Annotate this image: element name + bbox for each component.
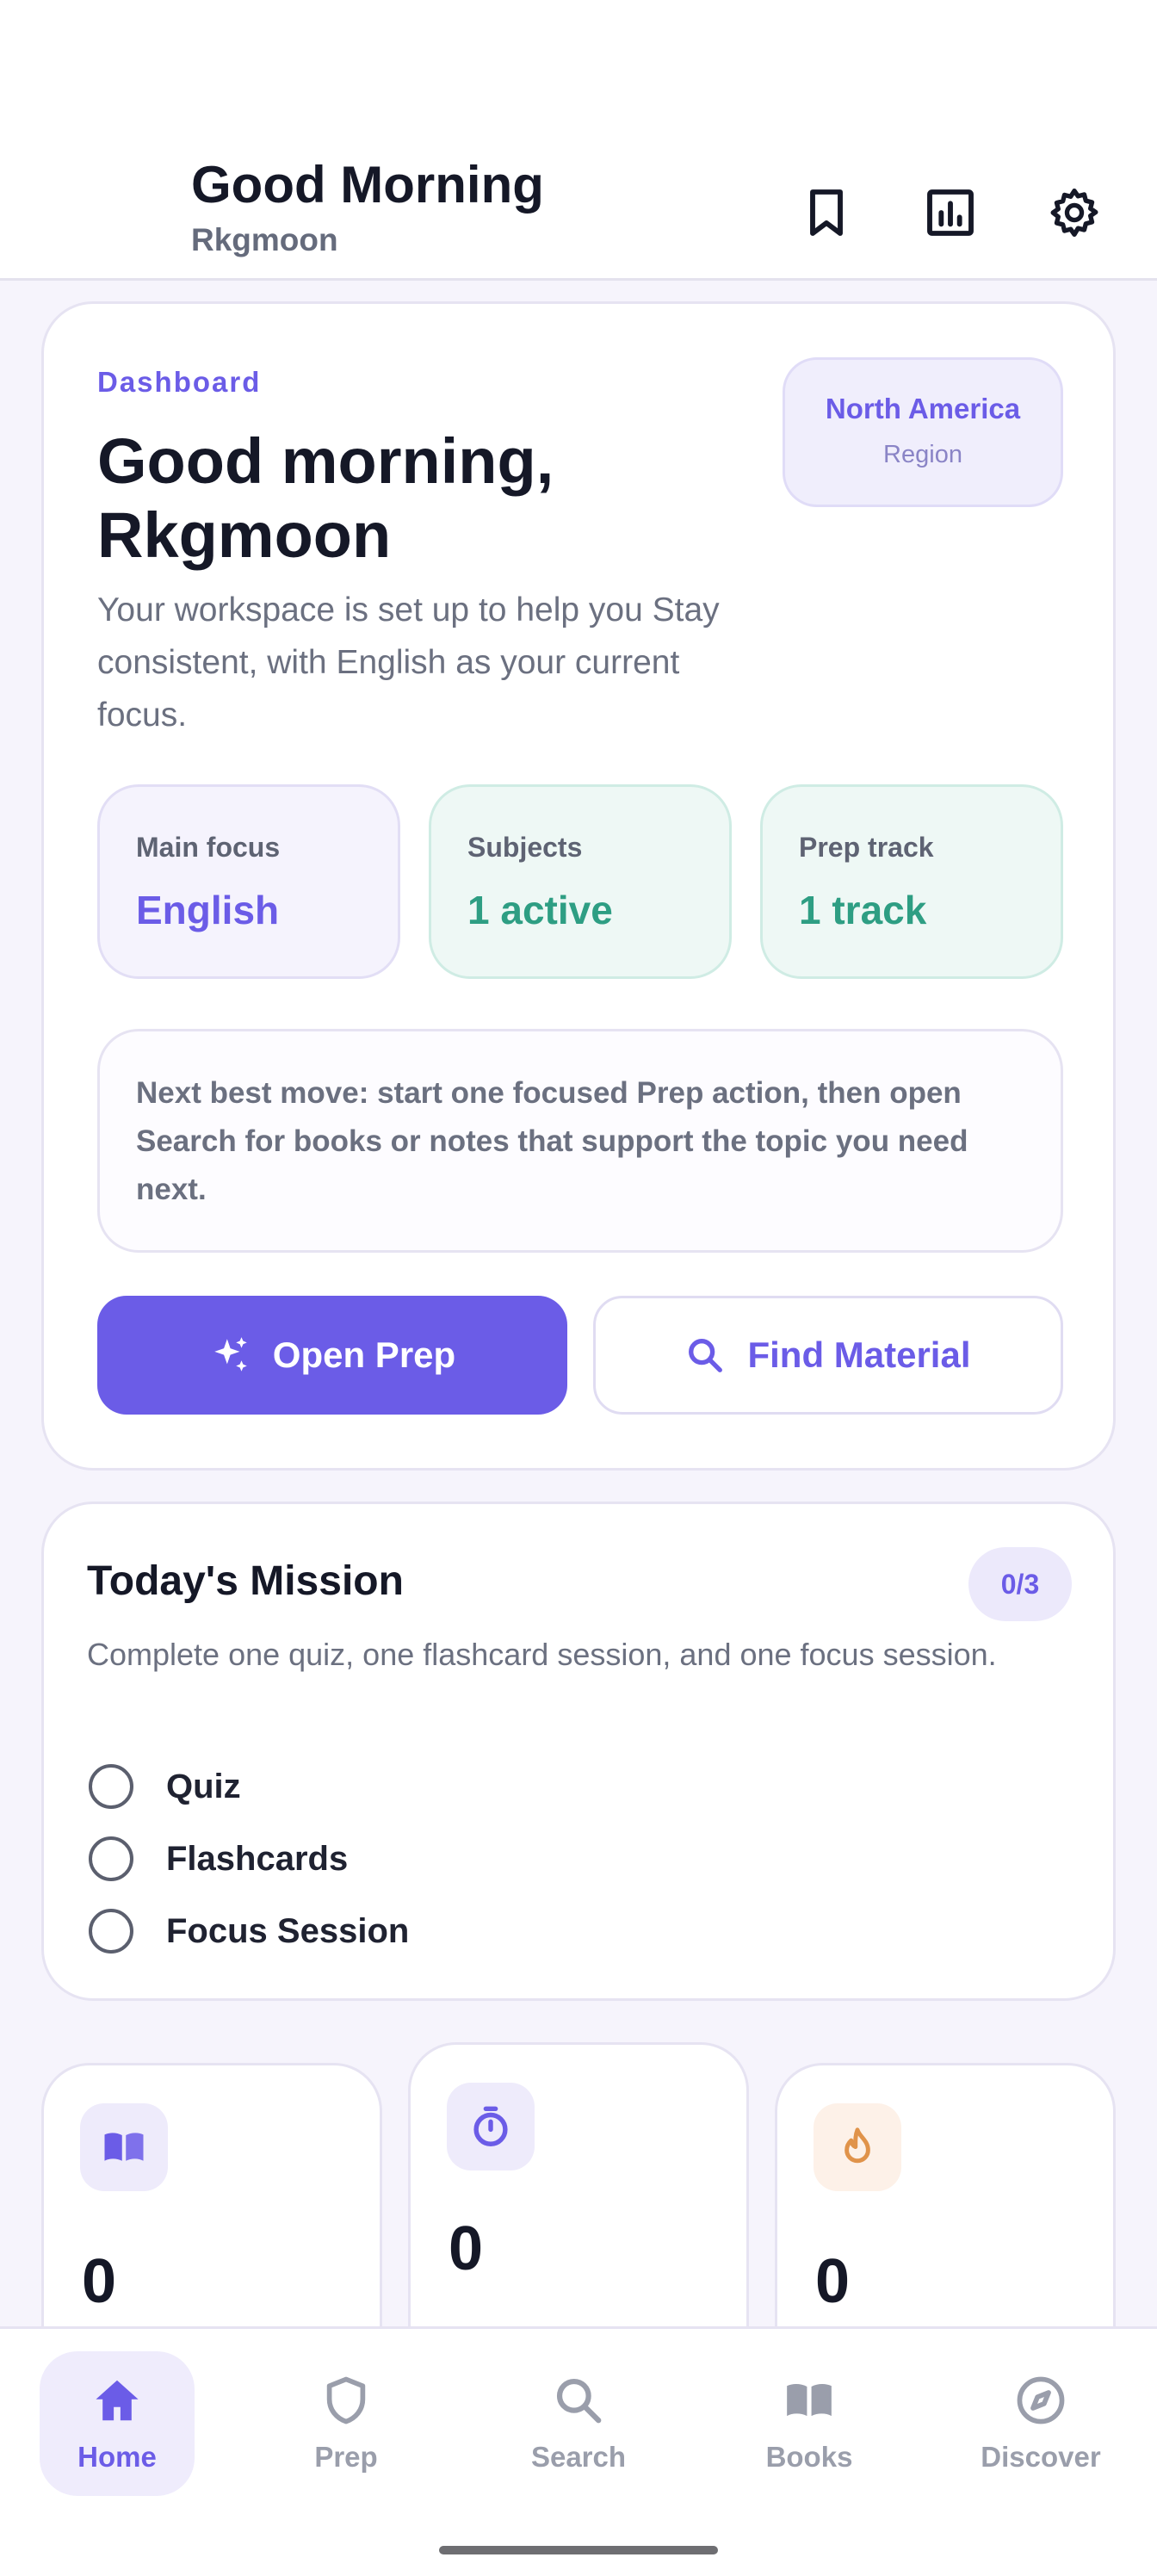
mission-item-label: Quiz xyxy=(166,1767,241,1805)
next-move-tip: Next best move: start one focused Prep a… xyxy=(97,1029,1063,1253)
nav-books[interactable]: Books xyxy=(732,2351,887,2496)
bookmark-button[interactable] xyxy=(788,174,865,251)
checkbox-icon xyxy=(89,1909,133,1954)
mission-item-quiz[interactable]: Quiz xyxy=(89,1762,241,1811)
timer-icon xyxy=(473,2106,508,2146)
home-indicator[interactable] xyxy=(439,2546,718,2554)
stat-value: English xyxy=(136,888,280,932)
settings-button[interactable] xyxy=(1036,174,1113,251)
mission-progress-badge: 0/3 xyxy=(968,1547,1072,1621)
nav-home[interactable]: Home xyxy=(40,2351,195,2496)
nav-label: Search xyxy=(530,2441,627,2473)
app-header: Good Morning Rkgmoon xyxy=(0,129,1157,281)
open-prep-button[interactable]: Open Prep xyxy=(97,1296,567,1415)
nav-search[interactable]: Search xyxy=(501,2351,656,2496)
book-icon-wrap xyxy=(80,2103,168,2191)
status-bar xyxy=(0,0,1157,129)
nav-prep[interactable]: Prep xyxy=(269,2351,424,2496)
sparkles-icon xyxy=(214,1337,247,1372)
nav-label: Books xyxy=(765,2441,853,2473)
stat-card-value: 0 xyxy=(815,2247,851,2316)
search-icon xyxy=(556,2378,602,2424)
todays-mission-card: Today's Mission 0/3 Complete one quiz, o… xyxy=(41,1502,1116,2001)
book-open-icon xyxy=(787,2383,832,2417)
mission-item-label: Flashcards xyxy=(166,1839,349,1878)
mission-item-label: Focus Session xyxy=(166,1911,410,1950)
nav-label: Home xyxy=(77,2441,157,2473)
stat-prep-track: Prep track 1 track xyxy=(760,784,1063,979)
nav-discover[interactable]: Discover xyxy=(963,2351,1118,2496)
book-icon xyxy=(104,2133,144,2161)
bottom-navigation: Home Prep Search Books Discover xyxy=(0,2326,1157,2576)
stat-value: 1 active xyxy=(467,888,613,932)
stat-label: Subjects xyxy=(467,832,583,863)
flame-icon xyxy=(845,2127,870,2164)
bookmark-icon xyxy=(810,189,843,236)
settings-icon xyxy=(1050,189,1098,237)
stat-value: 1 track xyxy=(799,888,927,932)
mission-title: Today's Mission xyxy=(87,1558,404,1604)
open-prep-label: Open Prep xyxy=(272,1334,456,1375)
stat-card-value: 0 xyxy=(449,2214,484,2283)
compass-icon xyxy=(1017,2376,1065,2424)
region-name: North America xyxy=(825,393,1021,424)
find-material-label: Find Material xyxy=(747,1334,971,1375)
checkbox-icon xyxy=(89,1764,133,1809)
region-label: Region xyxy=(883,441,962,468)
header-username: Rkgmoon xyxy=(191,222,338,257)
analytics-button[interactable] xyxy=(912,174,989,251)
stat-subjects: Subjects 1 active xyxy=(429,784,732,979)
mission-item-focus-session[interactable]: Focus Session xyxy=(89,1907,409,1955)
nav-label: Discover xyxy=(981,2441,1101,2473)
mission-item-flashcards[interactable]: Flashcards xyxy=(89,1835,348,1883)
stat-main-focus: Main focus English xyxy=(97,784,400,979)
find-material-button[interactable]: Find Material xyxy=(593,1296,1063,1415)
flame-icon-wrap xyxy=(814,2103,901,2191)
hero-description: Your workspace is set up to help you Sta… xyxy=(97,591,720,734)
hero-title: Good morning, Rkgmoon xyxy=(97,425,554,571)
timer-icon-wrap xyxy=(447,2083,535,2170)
region-badge: North America Region xyxy=(783,357,1063,507)
checkbox-icon xyxy=(89,1836,133,1881)
hero-overline: Dashboard xyxy=(97,366,262,398)
search-icon xyxy=(689,1339,723,1372)
nav-label: Prep xyxy=(314,2441,378,2473)
mission-description: Complete one quiz, one flashcard session… xyxy=(87,1637,997,1672)
stat-label: Main focus xyxy=(136,832,281,863)
stat-card-value: 0 xyxy=(82,2247,117,2316)
home-icon xyxy=(96,2380,139,2421)
header-greeting: Good Morning xyxy=(191,156,544,214)
shield-icon xyxy=(326,2376,366,2424)
stat-label: Prep track xyxy=(799,832,934,863)
dashboard-hero-card: Dashboard Good morning, Rkgmoon Your wor… xyxy=(41,301,1116,1471)
analytics-icon xyxy=(927,189,974,236)
